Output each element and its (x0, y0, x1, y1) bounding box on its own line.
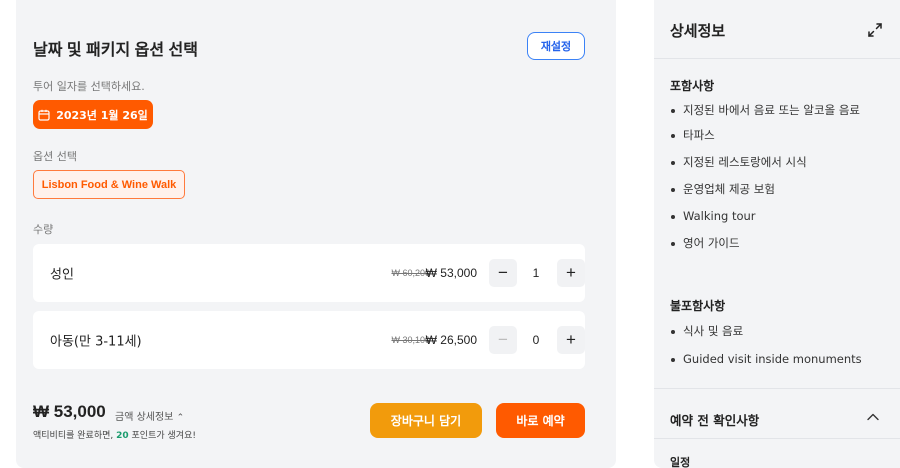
increase-button[interactable]: + (557, 259, 585, 287)
schedule-heading: 일정 (670, 456, 691, 468)
points-suffix: 포인트가 생겨요! (131, 431, 196, 441)
price-detail-toggle[interactable]: 금액 상세정보 ⌃ (115, 408, 184, 423)
details-title: 상세정보 (670, 22, 726, 40)
points-prefix: 액티비티를 완료하면, (33, 431, 114, 441)
details-panel: 상세정보 포함사항 지정된 바에서 음료 또는 알코올 음료 타파스 지정된 레… (654, 0, 900, 468)
original-price: ₩ 60,200 (391, 268, 430, 278)
reset-button[interactable]: 재설정 (527, 32, 585, 60)
quantity-row-adult: 성인 ₩ 60,200 ₩ 53,000 − 1 + (33, 244, 585, 302)
excluded-heading: 불포함사항 (670, 299, 726, 313)
divider (654, 388, 900, 389)
add-to-cart-button[interactable]: 장바구니 담기 (370, 403, 482, 438)
quantity-row-child: 아동(만 3-11세) ₩ 30,100 ₩ 26,500 − 0 + (33, 311, 585, 369)
included-heading: 포함사항 (670, 79, 715, 93)
option-selection-panel: 날짜 및 패키지 옵션 선택 재설정 투어 일자를 선택하세요. 2023년 1… (16, 0, 616, 468)
list-item: Guided visit inside monuments (670, 351, 880, 368)
current-price: ₩ 53,000 (425, 266, 477, 280)
ticket-type-name: 성인 (50, 267, 74, 283)
list-item: 타파스 (670, 127, 880, 144)
date-prompt: 투어 일자를 선택하세요. (33, 80, 145, 93)
list-item: 운영업체 제공 보험 (670, 181, 880, 198)
chevron-up-icon[interactable] (866, 410, 880, 424)
points-note: 액티비티를 완료하면, 20 포인트가 생겨요! (33, 428, 196, 441)
points-value: 20 (116, 431, 129, 441)
divider (654, 58, 900, 59)
book-now-button[interactable]: 바로 예약 (496, 403, 585, 438)
quantity-value: 0 (532, 333, 540, 347)
decrease-button[interactable]: − (489, 326, 517, 354)
list-item: 식사 및 음료 (670, 323, 880, 340)
quantity-value: 1 (532, 266, 540, 280)
chevron-up-icon: ⌃ (176, 413, 185, 423)
total-price: ₩ 53,000 (33, 402, 106, 421)
calendar-icon (38, 109, 50, 121)
increase-button[interactable]: + (557, 326, 585, 354)
list-item: 지정된 레스토랑에서 시식 (670, 154, 880, 171)
panel-title: 날짜 및 패키지 옵션 선택 (33, 42, 198, 59)
selected-date: 2023년 1월 26일 (56, 108, 148, 122)
quantity-label: 수량 (33, 223, 54, 236)
included-list: 지정된 바에서 음료 또는 알코올 음료 타파스 지정된 레스토랑에서 시식 운… (670, 102, 880, 252)
precheck-accordion-header[interactable]: 예약 전 확인사항 (670, 410, 759, 429)
date-picker-button[interactable]: 2023년 1월 26일 (33, 100, 153, 129)
option-lisbon-food-wine-walk[interactable]: Lisbon Food & Wine Walk (33, 170, 185, 199)
option-label: 옵션 선택 (33, 150, 77, 163)
excluded-list: 식사 및 음료 Guided visit inside monuments (670, 323, 880, 368)
ticket-type-name: 아동(만 3-11세) (50, 334, 142, 350)
original-price: ₩ 30,100 (391, 335, 430, 345)
list-item: 영어 가이드 (670, 235, 880, 252)
current-price: ₩ 26,500 (425, 333, 477, 347)
expand-icon[interactable] (867, 22, 883, 38)
list-item: Walking tour (670, 208, 880, 225)
list-item: 지정된 바에서 음료 또는 알코올 음료 (670, 102, 880, 119)
decrease-button[interactable]: − (489, 259, 517, 287)
price-detail-label: 금액 상세정보 (115, 412, 174, 423)
divider (654, 438, 900, 439)
